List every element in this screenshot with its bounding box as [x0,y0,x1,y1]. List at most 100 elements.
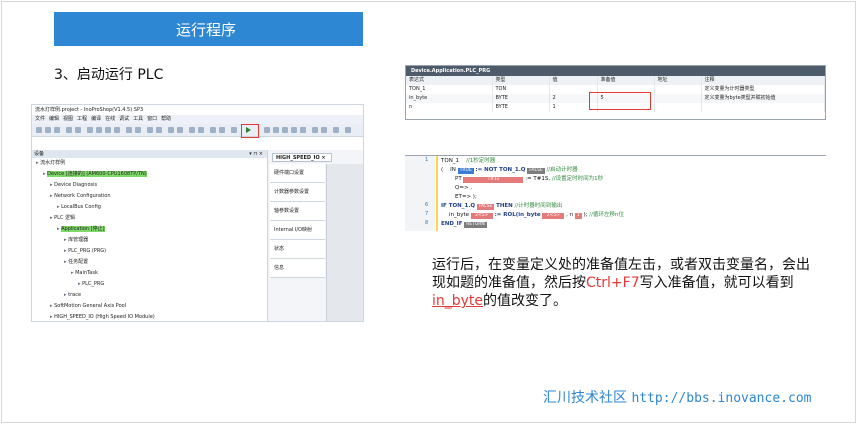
tree-item[interactable]: ▸ HIGH_SPEED_IO (High Speed IO Module) [32,312,267,321]
tree-item-label: PLC_PRG (PRG) [68,248,107,254]
write-icon[interactable] [312,127,318,133]
tree-item-label: 库管理器 [68,237,89,243]
tree-item[interactable]: ▸ 任务配置 [32,257,267,268]
footer-url[interactable]: http://bbs.inovance.com [631,391,811,406]
menu-help[interactable]: 帮助 [161,115,171,124]
new-icon[interactable] [36,127,42,133]
run-icon[interactable] [246,127,251,133]
change-marker [436,156,438,231]
find-icon[interactable] [126,127,132,133]
replace-icon[interactable] [135,127,141,133]
upload-icon[interactable] [198,127,204,133]
stop-icon[interactable] [264,127,270,133]
redo-icon[interactable] [75,127,81,133]
save-icon[interactable] [54,127,60,133]
inline-value-badge: 2<5> [542,213,565,219]
slide-title: 运行程序 [54,12,363,46]
unforce-icon[interactable] [333,127,339,133]
reset-icon[interactable] [210,127,216,133]
line-number: 6 [425,202,429,208]
inline-value-badge: FALSE [527,168,545,174]
tree-item[interactable]: ▸ MainTask [32,268,267,279]
config-icon[interactable] [219,127,225,133]
cell-comment: 定义变量为byte类型并赋初始值 [701,94,825,103]
line-number: 1 [425,157,429,163]
footer: 汇川技术社区 http://bbs.inovance.com [543,387,811,407]
code-editor[interactable]: 1 6 7 8 TON_1 //1秒定时器 ( IN TRUE := NOT T… [405,155,826,231]
tree-item-label: 任务配置 [68,259,89,265]
side-item-io-map[interactable]: Internal I/O映射 [270,221,325,240]
tree-item[interactable]: ▸ PLC 逻辑 [32,213,267,224]
side-item-info[interactable]: 信息 [270,259,325,278]
hotkey-text: Ctrl+F7 [586,275,640,291]
side-item-status[interactable]: 状态 [270,240,325,259]
code-line: ET=> ); [455,194,477,200]
rebuild-icon[interactable] [156,127,162,133]
variable-text: in_byte [432,293,484,309]
open-icon[interactable] [45,127,51,133]
logout-icon[interactable] [177,127,183,133]
breakpoint-icon[interactable] [300,127,306,133]
tree-item[interactable]: ▸ Device Diagnosis [32,180,267,191]
step-over-icon[interactable] [273,127,279,133]
ide-window: 流水灯样例.project - InoProShop(V1.4.5) SP3 文… [31,104,364,322]
editor-content [326,164,363,321]
side-item-axis[interactable]: 轴参数设置 [270,202,325,221]
ide-workspace: 设备 ▾ ⊓ × ▸ 流水灯样例 ▸ Device [连接的] (AM600-CP… [32,150,363,321]
device-panel-header: 设备 ▾ ⊓ × [32,150,267,158]
tree-item[interactable]: ▸ trace [32,290,267,301]
code-line: IF TON_1.Q FALSE THEN //计时器时间到输出 [441,203,563,210]
menu-file[interactable]: 文件 [35,115,45,124]
cut-icon[interactable] [87,127,93,133]
inline-value-badge: 2<5> [470,213,493,219]
menu-build[interactable]: 编译 [91,115,101,124]
menu-online[interactable]: 在线 [105,115,115,124]
paste-icon[interactable] [105,127,111,133]
force-icon[interactable] [321,127,327,133]
tree-item[interactable]: ▸ LocalBus Config [32,202,267,213]
tab-high-speed-io[interactable]: HIGH_SPEED_IO × [272,153,332,162]
delete-icon[interactable] [114,127,120,133]
menu-edit[interactable]: 编辑 [49,115,59,124]
cell-expression[interactable]: in_byte [406,94,493,103]
tree-item-label: HIGH_SPEED_IO (High Speed IO Module) [54,314,155,320]
undo-icon[interactable] [66,127,72,133]
step-into-icon[interactable] [282,127,288,133]
code-line: PT T#1s := T#1S, //设置定时时间为1秒 [455,176,604,183]
tree-item[interactable]: ▸ Device [连接的] (AM600-CPU1608TP/TN) [32,169,267,180]
login-icon[interactable] [168,127,174,133]
panel-pin-icon[interactable]: ▾ ⊓ × [249,150,263,158]
tree-item[interactable]: ▸ PLC_PRG (PRG) [32,246,267,257]
cell-expression[interactable]: TON_1 [406,85,493,94]
tree-item-label: SoftMotion General Axis Pool [54,303,127,309]
tree-item[interactable]: ▸ 库管理器 [32,235,267,246]
tree-item-label: MainTask [75,270,98,276]
tree-item[interactable]: ▸ PLC_PRG [32,279,267,290]
tree-item-label: Network Configuration [54,193,111,199]
copy-icon[interactable] [96,127,102,133]
menu-tools[interactable]: 工具 [133,115,143,124]
menu-view[interactable]: 视图 [63,115,73,124]
side-item-counter[interactable]: 计数器参数设置 [270,183,325,202]
download-icon[interactable] [189,127,195,133]
cell-address [654,103,702,112]
step-out-icon[interactable] [291,127,297,133]
tree-item-label: PLC_PRG [82,281,105,287]
tree-item-label: trace [68,292,82,298]
tree-item[interactable]: ▸ Network Configuration [32,191,267,202]
ide-toolbar [32,124,363,138]
tree-item[interactable]: ▸ SoftMotion General Axis Pool [32,301,267,312]
cell-expression[interactable]: n [406,103,493,112]
help-icon[interactable] [345,127,351,133]
tree-item[interactable]: ▸ Application [停止] [32,224,267,235]
build-icon[interactable] [147,127,153,133]
tree-item-label: PLC 逻辑 [54,215,75,221]
menu-window[interactable]: 窗口 [147,115,157,124]
menu-project[interactable]: 工程 [77,115,87,124]
menu-debug[interactable]: 调试 [119,115,129,124]
side-item-hw-port[interactable]: 硬件端口设置 [270,164,325,183]
cell-type: BYTE [492,103,550,112]
tree-item[interactable]: ▸ 流水灯样例 [32,158,267,169]
monitor-icon[interactable] [231,127,237,133]
line-gutter [405,156,435,231]
